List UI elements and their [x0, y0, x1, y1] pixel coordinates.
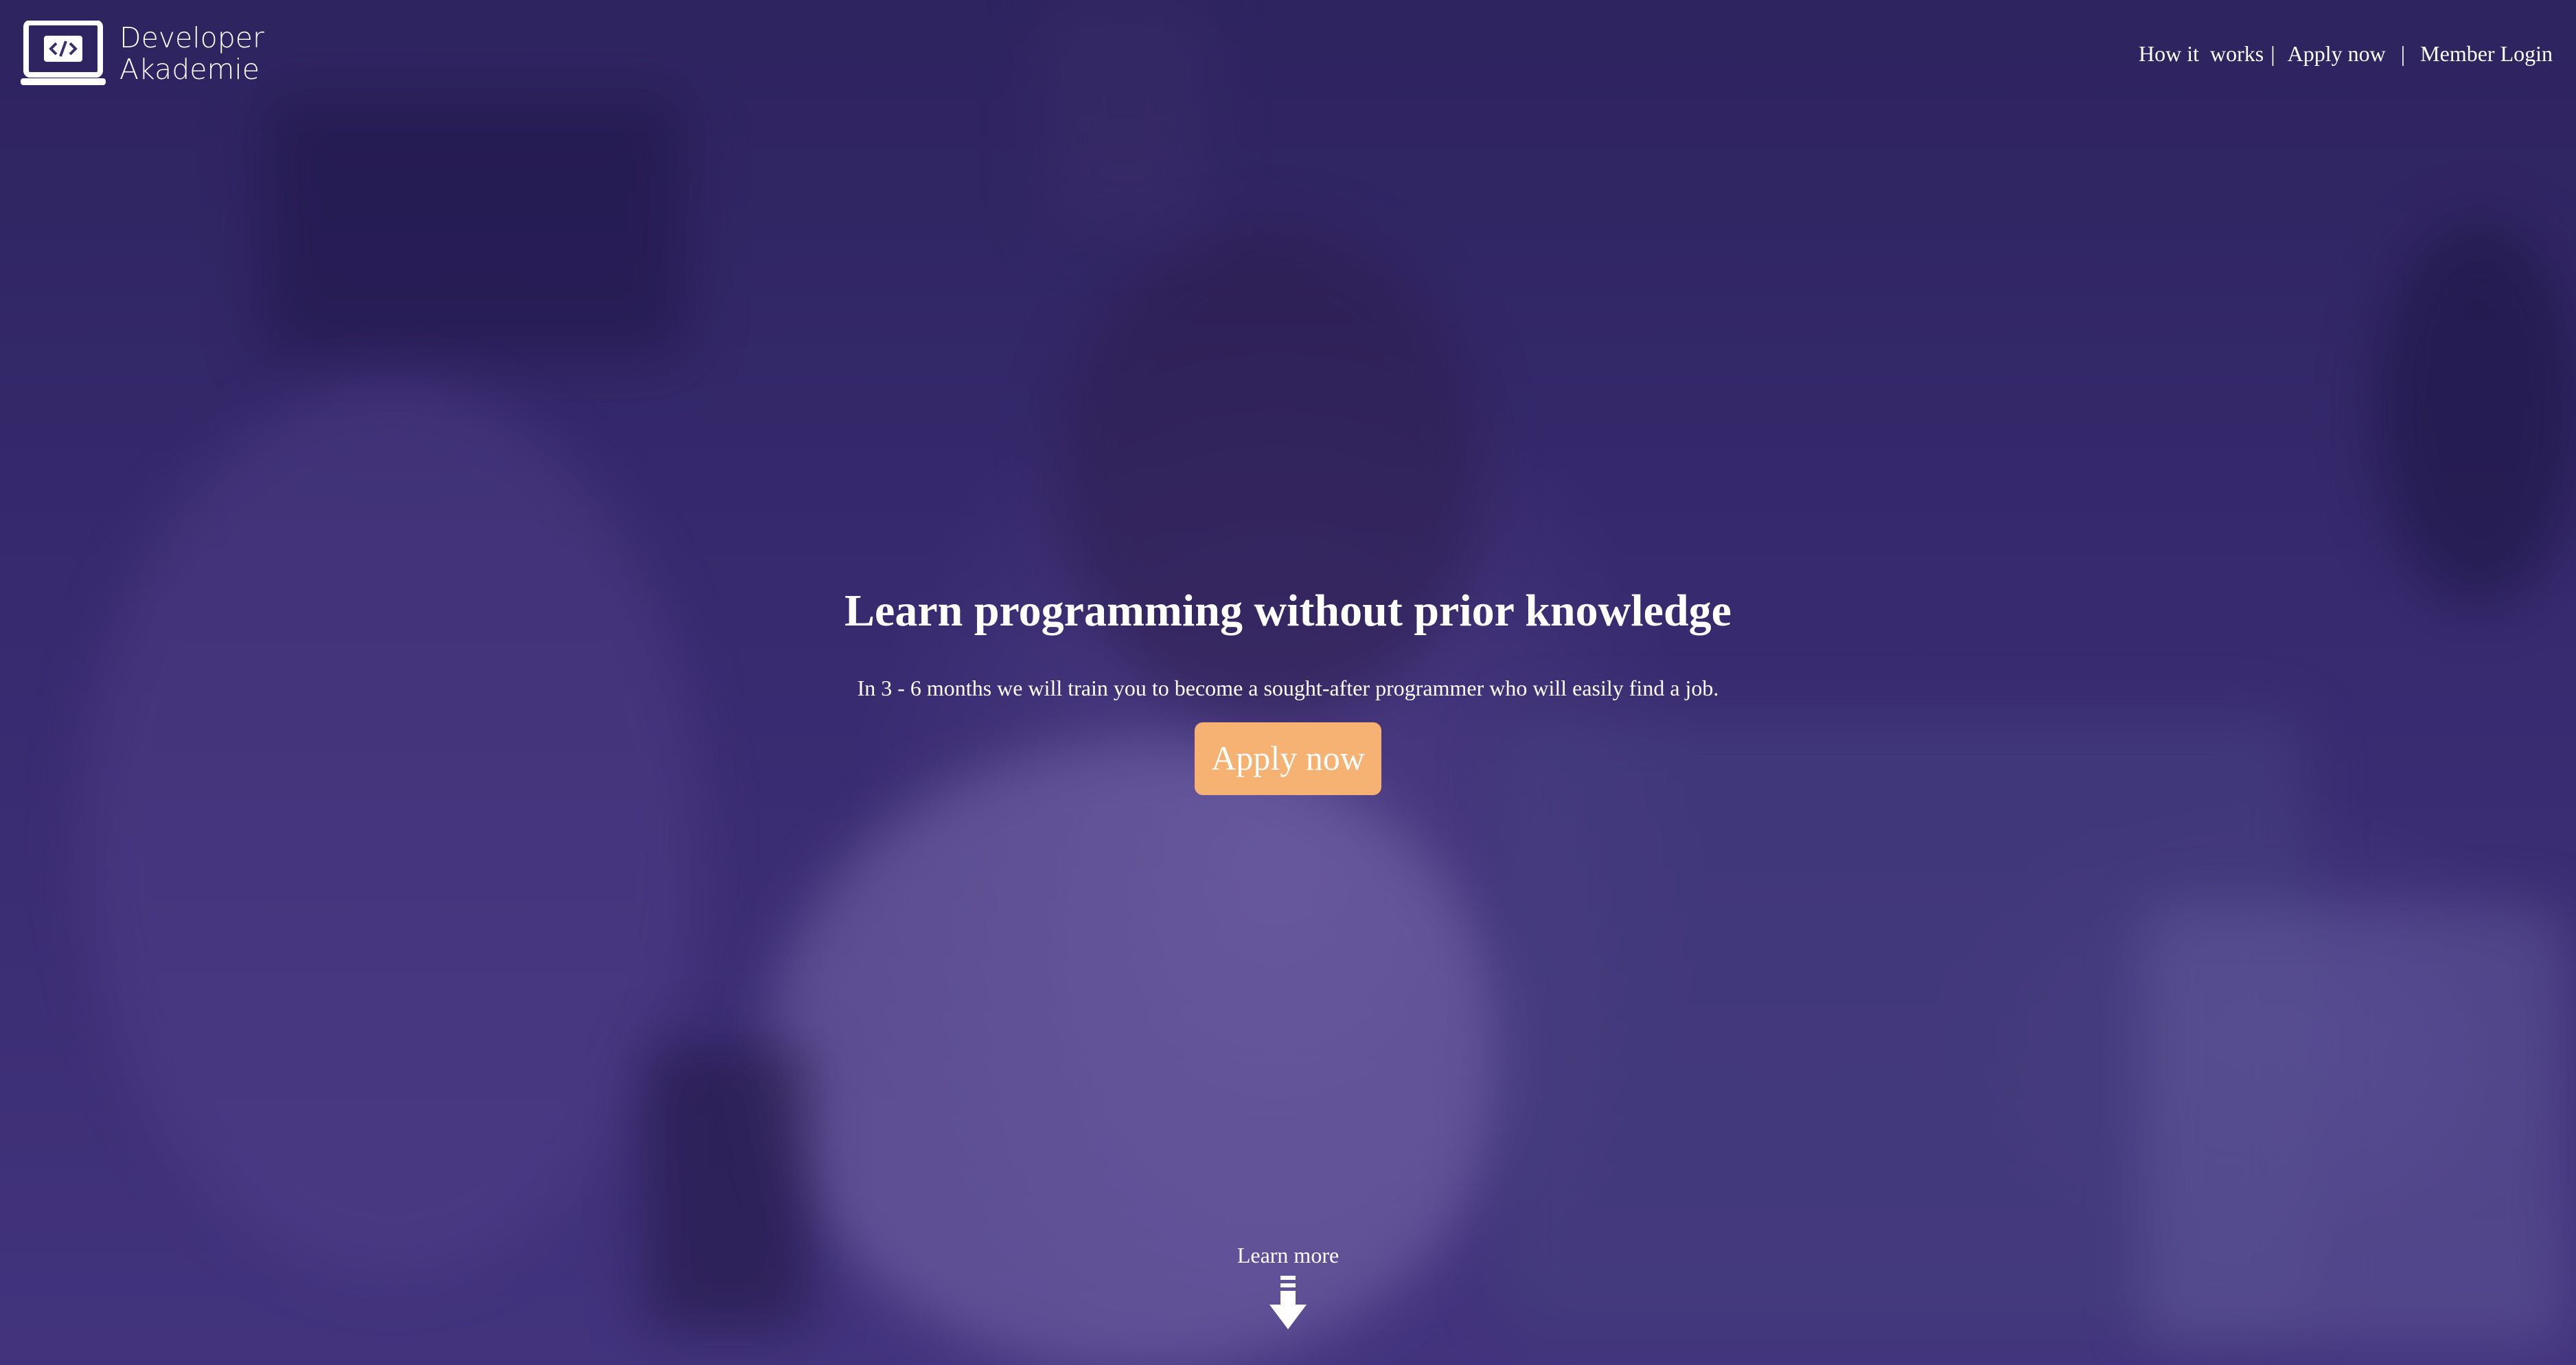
arrow-down-icon[interactable]	[1267, 1276, 1309, 1331]
hero-section: Developer Akademie How it works | Apply …	[0, 0, 2576, 1365]
logo-wordmark: Developer Akademie	[119, 22, 264, 85]
nav-separator: |	[2400, 41, 2406, 66]
nav-item-member-login[interactable]: Member Login	[2420, 41, 2553, 67]
nav-item-apply-now[interactable]: Apply now	[2288, 41, 2386, 67]
nav-item-how-it-works[interactable]: How it works	[2139, 41, 2264, 67]
nav-separator: |	[2270, 41, 2275, 66]
logo-line-2: Akademie	[119, 53, 260, 86]
apply-now-button[interactable]: Apply now	[1195, 722, 1381, 795]
site-logo[interactable]: Developer Akademie	[21, 21, 264, 87]
hero-content: Learn programming without prior knowledg…	[0, 582, 2576, 795]
hero-title: Learn programming without prior knowledg…	[844, 586, 1732, 636]
main-nav: How it works | Apply now | Member Login	[2139, 41, 2553, 67]
logo-line-1: Developer	[119, 21, 264, 54]
learn-more-label[interactable]: Learn more	[0, 1241, 2576, 1269]
hero-subtitle: In 3 - 6 months we will train you to bec…	[857, 676, 1719, 700]
learn-more[interactable]: Learn more	[0, 1241, 2576, 1331]
laptop-code-icon	[21, 21, 106, 87]
